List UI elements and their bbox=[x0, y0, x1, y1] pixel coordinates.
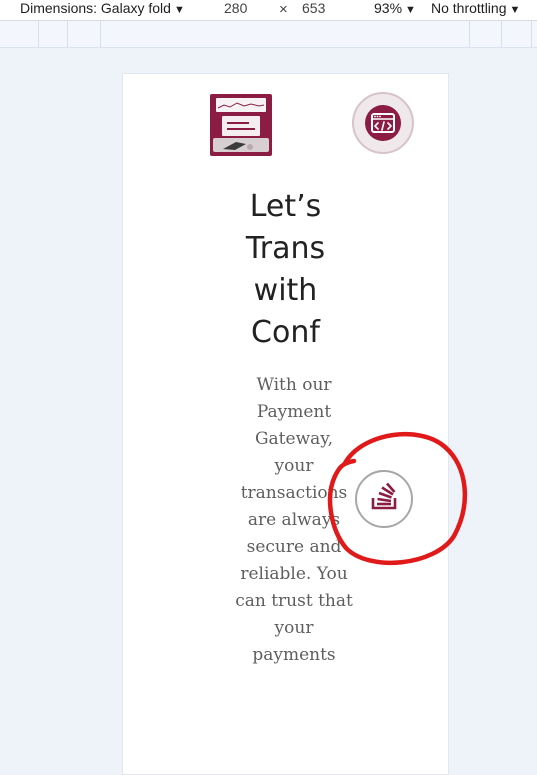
chart-strip-image bbox=[216, 98, 266, 112]
throttling-dropdown[interactable]: No throttling ▼ bbox=[431, 0, 520, 20]
device-viewport: Let’s Trans with Conf With our Payment G… bbox=[122, 73, 449, 775]
ruler-tick bbox=[38, 21, 39, 47]
payment-gateway-illustration bbox=[210, 94, 272, 156]
hero-title-line: Let’s bbox=[249, 189, 322, 224]
ruler-tick bbox=[67, 21, 68, 47]
hero-description: With our Payment Gateway, your transacti… bbox=[235, 375, 353, 665]
times-icon: × bbox=[279, 1, 288, 18]
width-input[interactable]: 280 bbox=[224, 0, 247, 20]
chevron-down-icon: ▼ bbox=[509, 4, 521, 16]
ruler-tick bbox=[531, 21, 532, 47]
form-image bbox=[222, 116, 260, 136]
device-ruler bbox=[0, 21, 537, 48]
code-badge[interactable] bbox=[352, 92, 414, 154]
hero-title: Let’s Trans with Conf bbox=[123, 186, 448, 354]
hero-title-line: with bbox=[253, 273, 318, 308]
chevron-down-icon: ▼ bbox=[173, 4, 185, 16]
ruler-tick bbox=[501, 21, 502, 47]
ruler-tick bbox=[100, 21, 101, 47]
stack-overflow-icon bbox=[371, 482, 397, 510]
hero-title-line: Trans bbox=[245, 231, 326, 266]
dimensions-dropdown[interactable]: Dimensions: Galaxy fold ▼ bbox=[20, 0, 185, 20]
throttling-label: No throttling bbox=[431, 0, 507, 16]
zoom-label: 93% bbox=[374, 0, 403, 16]
stack-overflow-button[interactable] bbox=[355, 470, 413, 528]
height-input[interactable]: 653 bbox=[302, 0, 325, 20]
hands-image bbox=[213, 138, 269, 152]
ruler-tick bbox=[469, 21, 470, 47]
chevron-down-icon: ▼ bbox=[405, 4, 416, 16]
devtools-toolbar: Dimensions: Galaxy fold ▼ 280 × 653 93% ▼ … bbox=[0, 0, 537, 21]
dimensions-label: Dimensions: Galaxy fold bbox=[20, 0, 171, 16]
code-window-icon bbox=[365, 105, 401, 141]
zoom-dropdown[interactable]: 93% ▼ bbox=[374, 0, 416, 20]
hero-title-line: Conf bbox=[251, 315, 320, 350]
